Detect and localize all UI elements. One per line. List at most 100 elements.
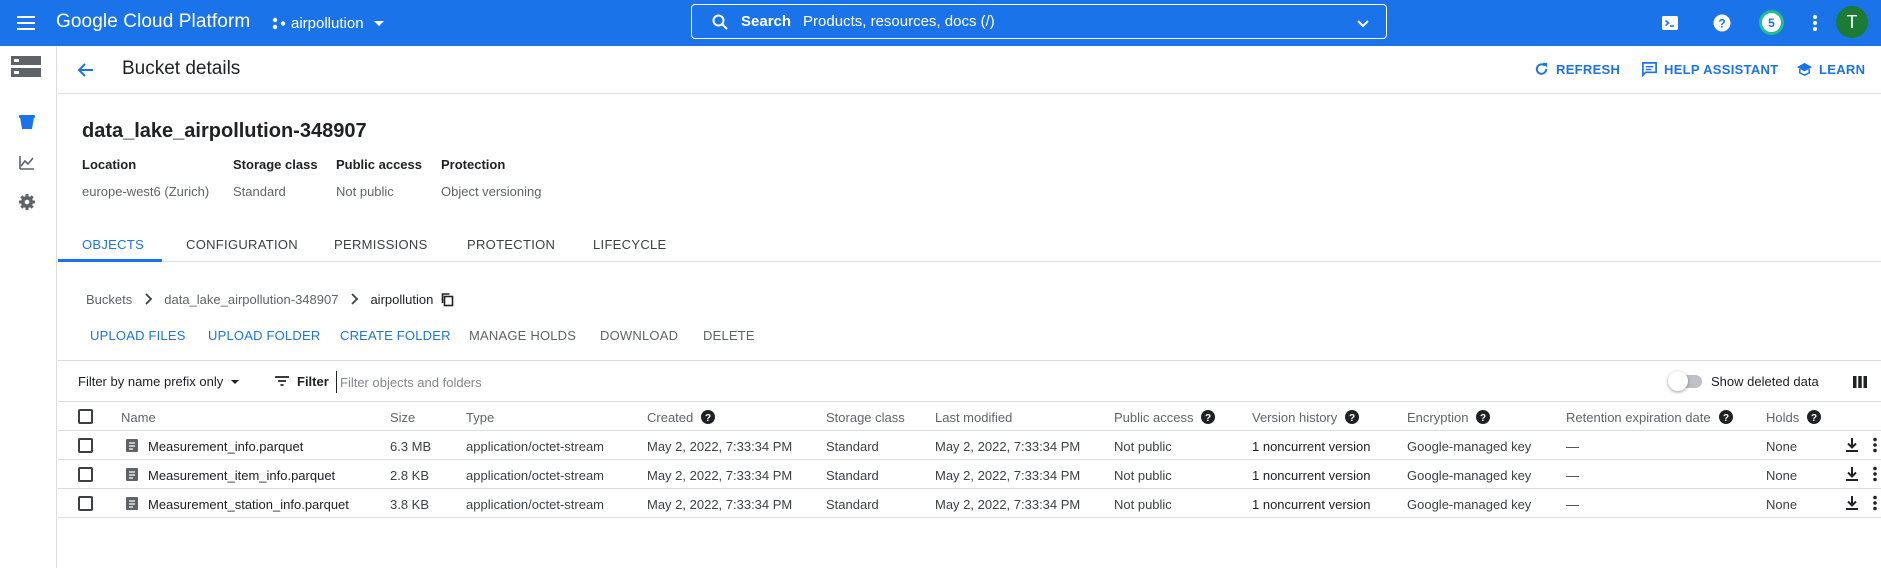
column-header-public-access[interactable]: Public access? (1114, 410, 1216, 425)
tab-protection[interactable]: PROTECTION (467, 237, 555, 252)
project-selector[interactable]: airpollution (272, 13, 389, 33)
left-rail (0, 46, 57, 568)
monitoring-icon[interactable] (18, 153, 36, 171)
column-header-retention-label: Retention expiration date (1566, 410, 1711, 425)
column-header-name[interactable]: Name (121, 410, 156, 425)
object-version-history-link[interactable]: 1 noncurrent version (1252, 439, 1371, 454)
column-header-size[interactable]: Size (390, 410, 415, 425)
bucket-icon[interactable] (18, 113, 36, 131)
active-tab-indicator (58, 259, 162, 262)
download-icon[interactable] (1844, 495, 1860, 511)
help-icon[interactable]: ? (1718, 410, 1733, 424)
menu-icon[interactable] (14, 11, 38, 35)
chevron-down-icon[interactable] (1354, 14, 1372, 32)
help-icon[interactable]: ? (1711, 12, 1733, 34)
more-vert-icon[interactable] (1804, 12, 1826, 34)
more-vert-icon[interactable] (1866, 465, 1881, 483)
object-name-link[interactable]: Measurement_item_info.parquet (148, 468, 335, 483)
more-vert-icon[interactable] (1866, 436, 1881, 454)
tab-configuration[interactable]: CONFIGURATION (186, 237, 298, 252)
toggle-knob (1668, 371, 1688, 391)
object-version-history-link[interactable]: 1 noncurrent version (1252, 497, 1371, 512)
breadcrumb-buckets[interactable]: Buckets (86, 292, 132, 307)
object-encryption: Google-managed key (1407, 497, 1532, 512)
meta-storage-class: Storage class Standard (233, 157, 318, 199)
meta-value: europe-west6 (Zurich) (82, 184, 210, 199)
app-brand[interactable]: Google Cloud Platform (56, 11, 250, 33)
table-row[interactable]: Measurement_info.parquet 6.3 MB applicat… (58, 431, 1881, 460)
object-name-link[interactable]: Measurement_station_info.parquet (148, 497, 349, 512)
learn-button[interactable]: LEARN (1796, 61, 1865, 78)
tab-permissions[interactable]: PERMISSIONS (334, 237, 428, 252)
breadcrumb: Buckets data_lake_airpollution-348907 ai… (86, 291, 455, 307)
object-holds: None (1766, 497, 1798, 512)
column-header-created[interactable]: Created? (647, 410, 716, 425)
object-public-access: Not public (1114, 497, 1172, 512)
tab-bar: OBJECTS CONFIGURATION PERMISSIONS PROTEC… (58, 229, 1881, 262)
object-last-modified: May 2, 2022, 7:33:34 PM (935, 468, 1081, 483)
object-type: application/octet-stream (466, 468, 605, 483)
manage-holds-button[interactable]: MANAGE HOLDS (469, 328, 576, 343)
column-header-encryption[interactable]: Encryption? (1407, 410, 1491, 425)
row-checkbox[interactable] (78, 496, 93, 511)
help-assistant-button[interactable]: HELP ASSISTANT (1641, 61, 1778, 78)
help-icon[interactable]: ? (1476, 410, 1491, 424)
file-icon (126, 468, 138, 481)
filter-prefix-select[interactable]: Filter by name prefix only (78, 374, 241, 389)
create-folder-button[interactable]: CREATE FOLDER (340, 328, 451, 343)
search-placeholder[interactable]: Products, resources, docs (/) (803, 13, 995, 30)
object-name-link[interactable]: Measurement_info.parquet (148, 439, 303, 454)
notifications-badge[interactable]: 5 (1759, 10, 1784, 35)
help-assistant-label: HELP ASSISTANT (1664, 62, 1779, 77)
breadcrumb-bucket[interactable]: data_lake_airpollution-348907 (164, 292, 338, 307)
filter-input[interactable] (336, 371, 1636, 393)
upload-files-button[interactable]: UPLOAD FILES (90, 328, 186, 343)
row-checkbox[interactable] (78, 438, 93, 453)
copy-icon[interactable] (440, 292, 455, 307)
table-row[interactable]: Measurement_item_info.parquet 2.8 KB app… (58, 460, 1881, 489)
object-version-history-link[interactable]: 1 noncurrent version (1252, 468, 1371, 483)
download-icon[interactable] (1844, 437, 1860, 453)
object-public-access: Not public (1114, 468, 1172, 483)
filter-button[interactable]: Filter (274, 373, 329, 389)
download-button[interactable]: DOWNLOAD (600, 328, 678, 343)
column-header-encryption-label: Encryption (1407, 410, 1469, 425)
refresh-label: REFRESH (1556, 62, 1621, 77)
delete-button[interactable]: DELETE (703, 328, 755, 343)
settings-gear-icon[interactable] (18, 193, 36, 211)
column-header-storage-class[interactable]: Storage class (826, 410, 905, 425)
tab-lifecycle[interactable]: LIFECYCLE (593, 237, 667, 252)
column-header-retention[interactable]: Retention expiration date? (1566, 410, 1733, 425)
storage-product-icon[interactable] (10, 55, 42, 79)
column-header-type[interactable]: Type (466, 410, 494, 425)
meta-value: Object versioning (441, 184, 542, 199)
chevron-right-icon (351, 293, 359, 305)
column-header-last-modified[interactable]: Last modified (935, 410, 1012, 425)
table-header-row: Name Size Type Created? Storage class La… (58, 402, 1881, 431)
help-icon[interactable]: ? (1807, 410, 1822, 424)
help-icon[interactable]: ? (1345, 410, 1360, 424)
cloud-shell-icon[interactable] (1659, 12, 1681, 34)
refresh-button[interactable]: REFRESH (1533, 61, 1620, 78)
meta-public-access: Public access Not public (336, 157, 422, 199)
filter-bar: Filter by name prefix only Filter Show d… (58, 360, 1881, 402)
upload-folder-button[interactable]: UPLOAD FOLDER (208, 328, 320, 343)
school-icon (1796, 62, 1813, 77)
help-icon[interactable]: ? (1201, 410, 1216, 424)
help-icon[interactable]: ? (701, 410, 716, 424)
table-row[interactable]: Measurement_station_info.parquet 3.8 KB … (58, 489, 1881, 518)
back-arrow-icon[interactable] (76, 60, 96, 80)
avatar[interactable]: T (1836, 6, 1868, 38)
column-display-icon[interactable] (1851, 373, 1869, 391)
tab-objects[interactable]: OBJECTS (82, 237, 144, 252)
show-deleted-toggle[interactable] (1668, 371, 1704, 391)
download-icon[interactable] (1844, 466, 1860, 482)
select-all-checkbox[interactable] (78, 409, 93, 424)
more-vert-icon[interactable] (1866, 494, 1881, 512)
row-checkbox[interactable] (78, 467, 93, 482)
column-header-version-history[interactable]: Version history? (1252, 410, 1360, 425)
search-bar[interactable]: Search Products, resources, docs (/) (691, 4, 1387, 39)
object-encryption: Google-managed key (1407, 439, 1532, 454)
project-name: airpollution (291, 14, 364, 32)
column-header-holds[interactable]: Holds? (1766, 410, 1822, 425)
